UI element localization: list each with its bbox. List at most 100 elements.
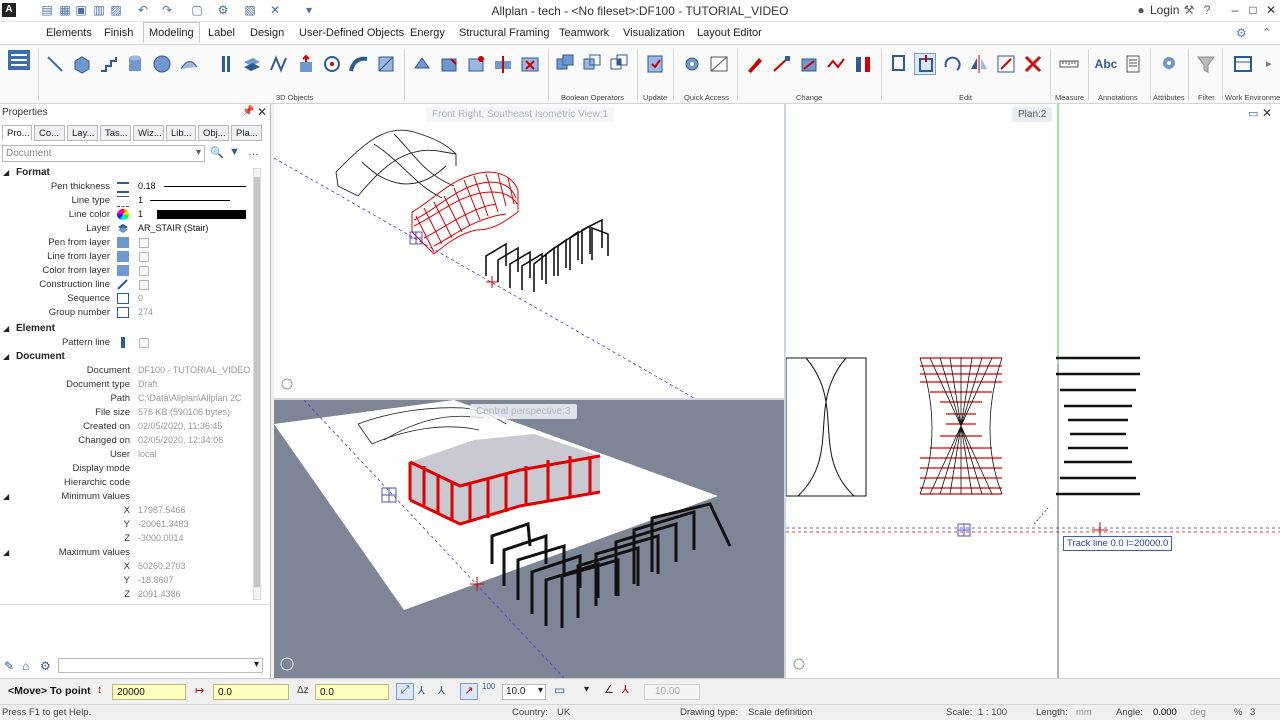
chamfer-icon[interactable] (438, 53, 460, 75)
tab-elements[interactable]: Elements (41, 25, 97, 41)
length-value[interactable]: mm (1076, 707, 1092, 718)
collapse-icon[interactable]: ◢ (3, 324, 9, 333)
pin-icon[interactable]: 📌 (242, 106, 254, 117)
tab-structural-framing[interactable]: Structural Framing (454, 25, 554, 41)
tab-wizards[interactable]: Wiz... (133, 125, 164, 141)
curve-icon[interactable] (268, 53, 290, 75)
settings-gear-icon[interactable]: ⚙ (1236, 26, 1247, 40)
split-icon[interactable] (492, 53, 514, 75)
tab-teamwork[interactable]: Teamwork (554, 25, 614, 41)
plane-icon[interactable]: ▭ (554, 683, 565, 697)
close-palette-icon[interactable]: ✕ (257, 105, 267, 119)
convert-icon[interactable] (411, 53, 433, 75)
pick-parameters-icon[interactable]: ✎ (4, 659, 14, 673)
quick-access-icon[interactable] (681, 53, 703, 75)
delta-point-icon[interactable]: ⤢ (396, 683, 414, 700)
fillet-icon[interactable] (465, 53, 487, 75)
copy-icon[interactable] (888, 53, 910, 75)
union-icon[interactable] (554, 53, 576, 75)
modify-pen-icon[interactable] (744, 53, 766, 75)
track-point-icon[interactable]: ↗ (460, 683, 478, 700)
customize-icon[interactable]: ▾ (302, 3, 316, 17)
tab-tasks[interactable]: Tas... (100, 125, 131, 141)
angle-constraint-icon[interactable]: ⅄ (622, 683, 629, 696)
subtract-icon[interactable] (581, 53, 603, 75)
tab-layout-editor[interactable]: Layout Editor (692, 25, 767, 41)
line-from-layer-checkbox[interactable] (139, 252, 149, 262)
tab-energy[interactable]: Energy (405, 25, 450, 41)
box-3d-icon[interactable] (71, 53, 93, 75)
undo-icon[interactable]: ↶ (136, 3, 150, 17)
more-options-icon[interactable]: … (248, 146, 259, 158)
sweep-icon[interactable] (348, 53, 370, 75)
tools-icon[interactable]: ⚒ (1182, 3, 1196, 17)
help-icon[interactable]: ? (1200, 3, 1214, 17)
settings-icon[interactable]: ⚙ (216, 3, 230, 17)
cylinder-icon[interactable] (124, 53, 146, 75)
text-icon[interactable]: Abc (1095, 53, 1118, 75)
tab-properties[interactable]: Pro... (2, 125, 32, 141)
measure-icon[interactable] (1058, 53, 1080, 75)
tab-objects[interactable]: Obj... (198, 125, 229, 141)
tab-connect[interactable]: Co... (34, 125, 65, 141)
grid-step-icon[interactable]: 1⁠0⁠0 (482, 682, 495, 691)
tab-finish[interactable]: Finish (99, 25, 138, 41)
line-3d-icon[interactable] (44, 53, 66, 75)
drawing-type-value[interactable]: Scale definition (748, 707, 812, 718)
close-icon[interactable]: ✕ (1264, 3, 1278, 17)
slab-icon[interactable] (241, 53, 263, 75)
login-button[interactable]: Login (1150, 3, 1179, 17)
scrollbar-thumb[interactable] (254, 177, 260, 587)
work-environment-icon[interactable] (1232, 53, 1254, 75)
tab-library[interactable]: Lib... (166, 125, 196, 141)
revolve-icon[interactable] (321, 53, 343, 75)
modules-icon[interactable] (6, 47, 32, 73)
favorites-dropdown[interactable]: ▾ (58, 658, 263, 673)
attributes-icon[interactable] (1158, 53, 1180, 75)
isometric-viewport[interactable]: Front Right, Southeast Isometric View:1 (274, 104, 784, 398)
surface-icon[interactable] (178, 53, 200, 75)
chevron-down-icon[interactable]: ▾ (584, 684, 589, 695)
mirror-icon[interactable] (968, 53, 990, 75)
pattern-line-checkbox[interactable] (139, 338, 149, 348)
loft-icon[interactable] (375, 53, 397, 75)
filter-icon[interactable] (1195, 53, 1217, 75)
match-icon[interactable] (708, 53, 730, 75)
line-color-value[interactable]: 1 (138, 209, 143, 219)
intersect-icon[interactable] (608, 53, 630, 75)
angle-value[interactable]: 0.000 (1153, 707, 1177, 718)
collapse-icon[interactable]: ◢ (3, 352, 9, 361)
tab-label[interactable]: Label (203, 25, 240, 41)
collapse-ribbon-icon[interactable]: ⌃ (1262, 26, 1271, 39)
color-from-layer-checkbox[interactable] (139, 266, 149, 276)
new-file-icon[interactable]: ▤ (40, 3, 54, 17)
step-dropdown[interactable]: 10.0 ▾ (502, 684, 546, 700)
move-icon[interactable] (798, 53, 820, 75)
redo-icon[interactable]: ↷ (160, 3, 174, 17)
zoom-element-icon[interactable]: 🔍 (210, 146, 224, 159)
stairs-3d-icon[interactable] (98, 53, 120, 75)
save-icon[interactable]: ▣ (74, 3, 88, 17)
construction-line-checkbox[interactable] (139, 280, 149, 290)
maximize-icon[interactable]: □ (1246, 3, 1260, 17)
scale-value[interactable]: 1 : 100 (978, 707, 1007, 718)
delete-3d-icon[interactable] (519, 53, 541, 75)
object-selector[interactable]: Document ▾ (2, 145, 205, 162)
pen-from-layer-checkbox[interactable] (139, 238, 149, 248)
modify-length-icon[interactable] (852, 53, 874, 75)
rotate-icon[interactable] (941, 53, 963, 75)
fileset-icon[interactable]: ▨ (109, 3, 123, 17)
favorites-icon[interactable]: ⌂ (22, 659, 29, 673)
divide-icon[interactable]: ⅄ (438, 684, 445, 697)
collapse-icon[interactable]: ◢ (3, 548, 9, 557)
plan-viewport[interactable]: Plan:2 ▭ ✕ Track line 0.0 l=20000.0 (786, 104, 1280, 678)
minimize-icon[interactable]: – (1228, 3, 1242, 17)
extrude-icon[interactable] (295, 53, 317, 75)
midpoint-icon[interactable]: ⅄ (418, 684, 425, 697)
tab-user-defined-objects[interactable]: User-Defined Objects (294, 25, 409, 41)
angle-icon[interactable]: ∠ (604, 683, 614, 696)
palette-scrollbar[interactable] (253, 168, 261, 600)
open-icon[interactable]: ▦ (58, 3, 72, 17)
offset-icon[interactable] (825, 53, 847, 75)
selection-icon[interactable]: ▧ (243, 3, 257, 17)
